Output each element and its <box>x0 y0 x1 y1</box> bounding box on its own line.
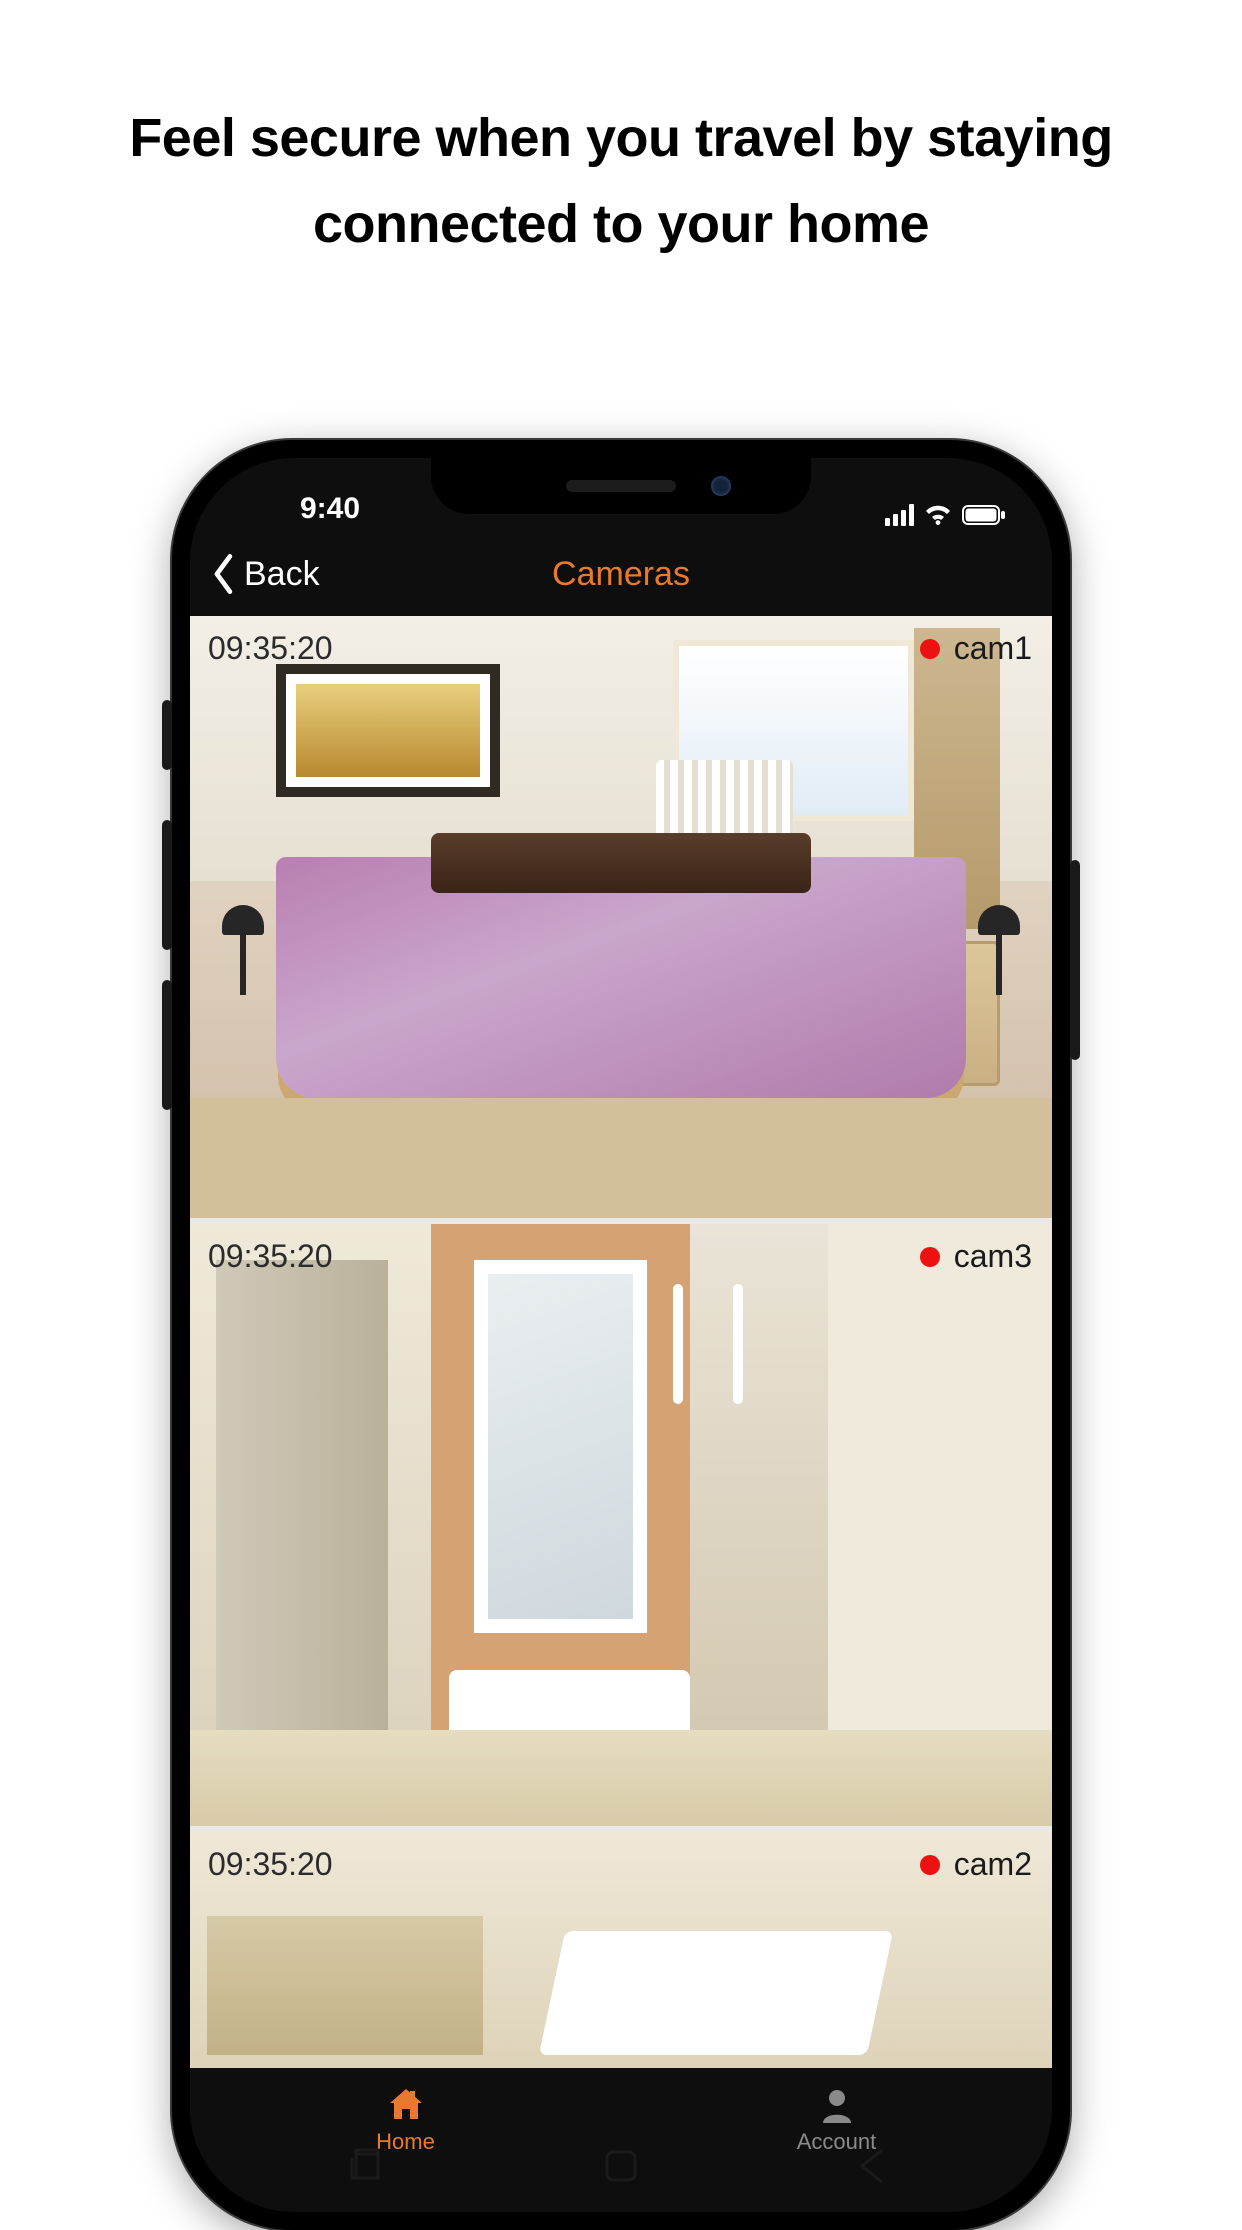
nav-bar: Back Cameras <box>190 532 1052 616</box>
camera-feed-cam1[interactable]: 09:35:20 cam1 <box>190 616 1052 1224</box>
camera-feed-cam2[interactable]: 09:35:20 cam2 <box>190 1832 1052 2086</box>
phone-screen: 9:40 Back Cameras <box>190 458 1052 2212</box>
phone-volume-down <box>162 980 172 1110</box>
phone-notch <box>431 458 811 514</box>
camera-timestamp: 09:35:20 <box>208 1846 333 1883</box>
phone-mockup: 9:40 Back Cameras <box>172 440 1070 2230</box>
cellular-signal-icon <box>885 504 914 526</box>
phone-power-button <box>1070 860 1080 1060</box>
camera-preview <box>190 1224 1052 1826</box>
android-softkeys <box>241 2128 1001 2204</box>
phone-volume-up <box>162 820 172 950</box>
recording-indicator-icon <box>920 1247 940 1267</box>
phone-speaker <box>566 480 676 492</box>
phone-front-camera <box>711 476 731 496</box>
camera-list[interactable]: 09:35:20 cam1 09:35:20 cam3 <box>190 616 1052 2092</box>
recording-indicator-icon <box>920 1855 940 1875</box>
marketing-headline: Feel secure when you travel by staying c… <box>0 0 1242 268</box>
battery-icon <box>962 504 1006 526</box>
camera-timestamp: 09:35:20 <box>208 630 333 667</box>
camera-name: cam1 <box>954 630 1032 667</box>
back-label: Back <box>244 555 320 594</box>
camera-name: cam2 <box>954 1846 1032 1883</box>
recent-apps-icon[interactable] <box>342 2140 394 2192</box>
recording-indicator-icon <box>920 639 940 659</box>
home-icon <box>386 2085 426 2125</box>
status-time: 9:40 <box>230 492 430 526</box>
camera-timestamp: 09:35:20 <box>208 1238 333 1275</box>
camera-feed-cam3[interactable]: 09:35:20 cam3 <box>190 1224 1052 1832</box>
back-softkey-icon[interactable] <box>848 2140 900 2192</box>
chevron-left-icon <box>210 554 238 594</box>
camera-name: cam3 <box>954 1238 1032 1275</box>
home-softkey-icon[interactable] <box>595 2140 647 2192</box>
wifi-icon <box>924 504 952 526</box>
page-title: Cameras <box>552 555 690 594</box>
camera-preview <box>190 616 1052 1218</box>
phone-mute-switch <box>162 700 172 770</box>
account-icon <box>817 2085 857 2125</box>
back-button[interactable]: Back <box>210 532 320 616</box>
